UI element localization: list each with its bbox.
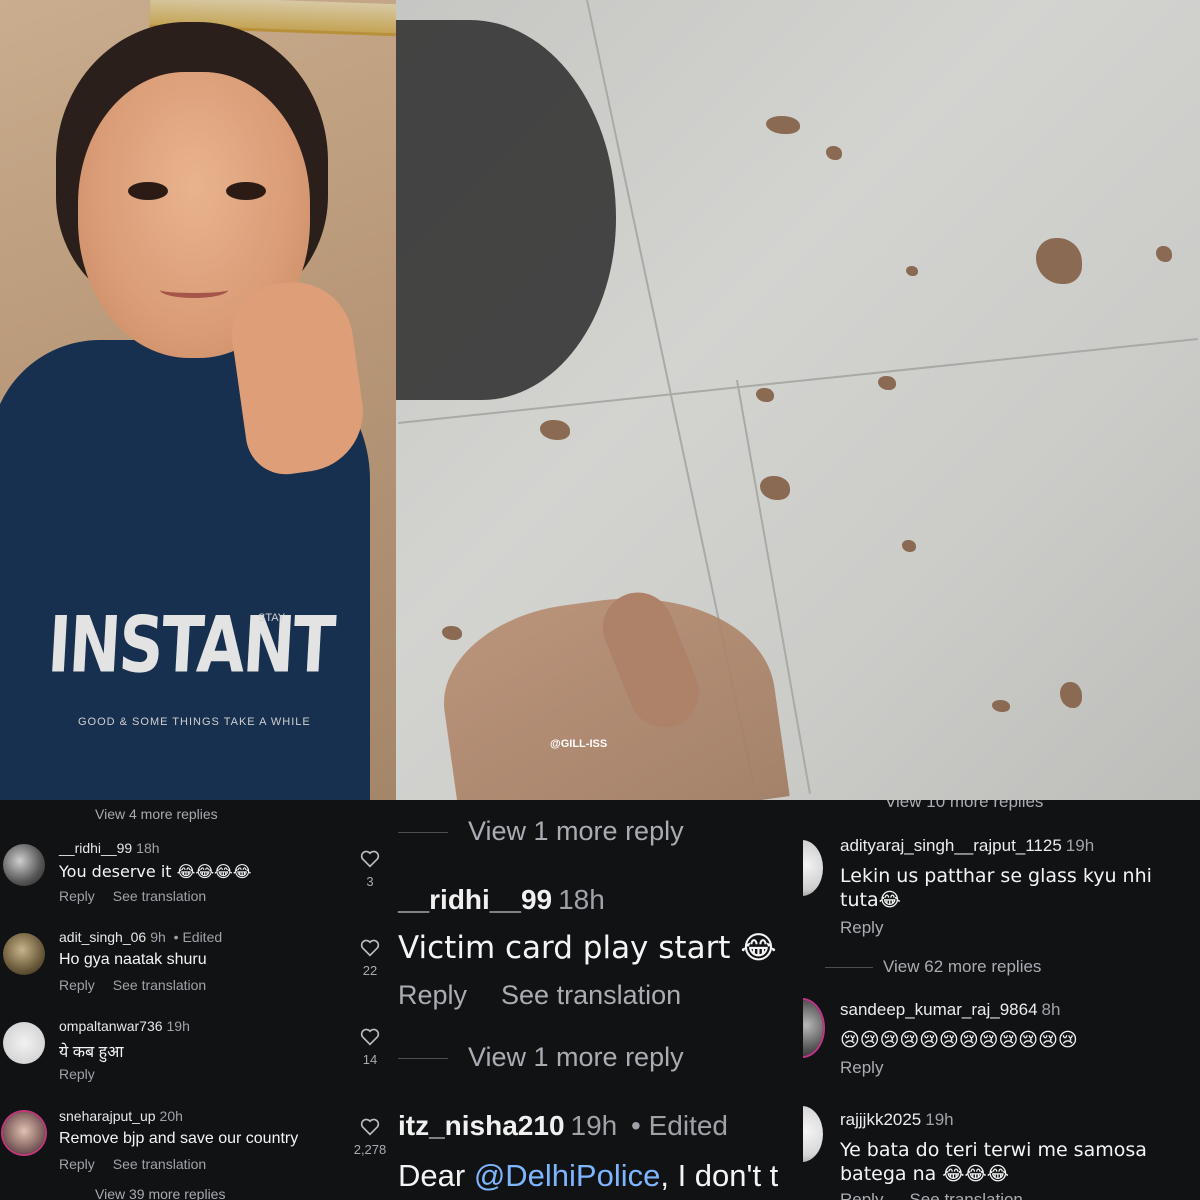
see-translation-button[interactable]: See translation [113,977,206,993]
comment-text: Lekin us patthar se glass kyu nhi tuta😂 [840,865,1152,911]
heart-icon[interactable] [360,850,380,868]
avatar[interactable] [3,933,45,975]
reply-button[interactable]: Reply [59,888,95,904]
comment-username[interactable]: ompaltanwar736 19h [59,1018,190,1034]
see-translation-button[interactable]: See translation [113,888,206,904]
comment-text: Remove bjp and save our country [59,1130,299,1147]
see-translation-button[interactable]: See translation [113,1156,206,1172]
view-more-replies-link[interactable]: View 39 more replies [95,1186,225,1200]
edited-label: • Edited [631,1110,729,1141]
comments-panel-2: View 1 more reply __ridhi__99 18h Victim … [393,800,803,1200]
reply-button[interactable]: Reply [59,1066,95,1082]
view-more-reply-link[interactable]: View 1 more reply [398,816,684,847]
shirt-tag-text: STAY [258,612,286,624]
comment-time: 8h [1041,1000,1061,1019]
avatar[interactable] [803,1000,823,1056]
comment-username[interactable]: itz_nisha210 19h • Edited [398,1110,728,1142]
avatar[interactable] [3,1112,45,1154]
comment-text: ये कब हुआ [59,1044,124,1061]
comment-username[interactable]: adityaraj_singh__rajput_1125 19h [840,836,1094,856]
divider [398,1058,448,1060]
stone-fragment [540,420,570,440]
comment-time: 19h [1065,836,1095,855]
floor-photo: @GILL-ISS [396,0,1200,800]
mention-link[interactable]: @DelhiPolice [474,1158,661,1193]
stone-fragment [766,116,800,134]
heart-icon[interactable] [360,939,380,957]
stone-fragment [442,626,462,640]
reply-button[interactable]: Reply [59,1156,95,1172]
avatar[interactable] [803,1106,823,1162]
like-count: 3 [366,874,374,889]
stone-fragment [906,266,918,276]
like-count: 22 [362,963,378,978]
view-more-replies-link[interactable]: View 4 more replies [95,806,218,822]
comment-username[interactable]: __ridhi__99 18h [59,840,160,856]
comment-time: 9h [150,929,166,945]
smile [160,282,228,298]
view-more-reply-link[interactable]: View 1 more reply [398,1042,684,1073]
stone-fragment [902,540,916,552]
comment-time: 19h [925,1110,954,1129]
comment-text: Dear @DelhiPolice, I don't t [398,1158,779,1193]
comment-username[interactable]: rajjjkk2025 19h [840,1110,954,1130]
edited-label: • Edited [173,929,223,945]
comment-time: 18h [558,884,605,915]
comment-text: Ho gya naatak shuru [59,951,207,968]
comment-text: 😢😢😢😢😢😢😢😢😢😢😢😢 [840,1029,1078,1051]
heart-icon[interactable] [360,1118,380,1136]
comment-time: 19h [166,1018,190,1034]
comment-item: adit_singh_06 9h • Edited Ho gya naatak s… [0,929,393,1009]
comment-time: 20h [159,1108,183,1124]
comment-username[interactable]: sandeep_kumar_raj_9864 8h [840,1000,1060,1020]
stone-fragment [1156,246,1172,262]
reply-button[interactable]: Reply [840,1190,883,1200]
comment-username[interactable]: sneharajput_up 20h [59,1108,183,1124]
comment-item: __ridhi__99 18h You deserve it 😂😂😂😂 Reply… [0,840,393,920]
left-eye [128,182,168,200]
shirt-brand-text: INSTANT [45,598,336,691]
view-more-replies-link[interactable]: View 10 more replies [885,800,1043,812]
comment-text: Victim card play start 😂 [398,930,777,966]
avatar[interactable] [3,1022,45,1064]
stone-fragment [756,388,774,402]
avatar[interactable] [3,844,45,886]
comment-time: 19h [570,1110,618,1141]
stone-fragment [992,700,1010,712]
reply-button[interactable]: Reply [840,1058,883,1077]
comments-panel-1: View 4 more replies __ridhi__99 18h You d… [0,800,393,1200]
comments-panel-3: View 10 more replies adityaraj_singh__ra… [803,800,1200,1200]
right-eye [226,182,266,200]
like-count: 2,278 [353,1142,387,1157]
see-translation-button[interactable]: See translation [501,980,681,1010]
comment-time: 18h [136,840,160,856]
avatar[interactable] [803,840,823,896]
like-count: 14 [362,1052,378,1067]
comment-item: sneharajput_up 20h Remove bjp and save ou… [0,1108,393,1188]
comment-item: ompaltanwar736 19h ये कब हुआ Reply 14 [0,1018,393,1098]
stone-fragment [760,476,790,500]
shirt-tagline-text: GOOD & SOME THINGS TAKE A WHILE [78,716,311,728]
stone-fragment [1060,682,1082,708]
person-shadow [396,20,616,400]
divider [825,967,873,969]
comment-text: Ye bata do teri terwi me samosa batega n… [840,1139,1147,1185]
stone-fragment [826,146,842,160]
view-more-replies-link[interactable]: View 62 more replies [825,957,1041,977]
reply-button[interactable]: Reply [398,980,467,1010]
see-translation-button[interactable]: See translation [909,1190,1022,1200]
reply-button[interactable]: Reply [840,918,883,937]
reply-button[interactable]: Reply [59,977,95,993]
stone-fragment [878,376,896,390]
comment-username[interactable]: adit_singh_06 9h • Edited [59,929,222,945]
watermark: @GILL-ISS [550,738,608,750]
stone-fragment [1036,238,1082,284]
comment-username[interactable]: __ridhi__99 18h [398,884,605,916]
portrait-photo: INSTANT STAY GOOD & SOME THINGS TAKE A W… [0,0,396,800]
divider [398,832,448,834]
comment-text: You deserve it 😂😂😂😂 [59,862,252,881]
heart-icon[interactable] [360,1028,380,1046]
